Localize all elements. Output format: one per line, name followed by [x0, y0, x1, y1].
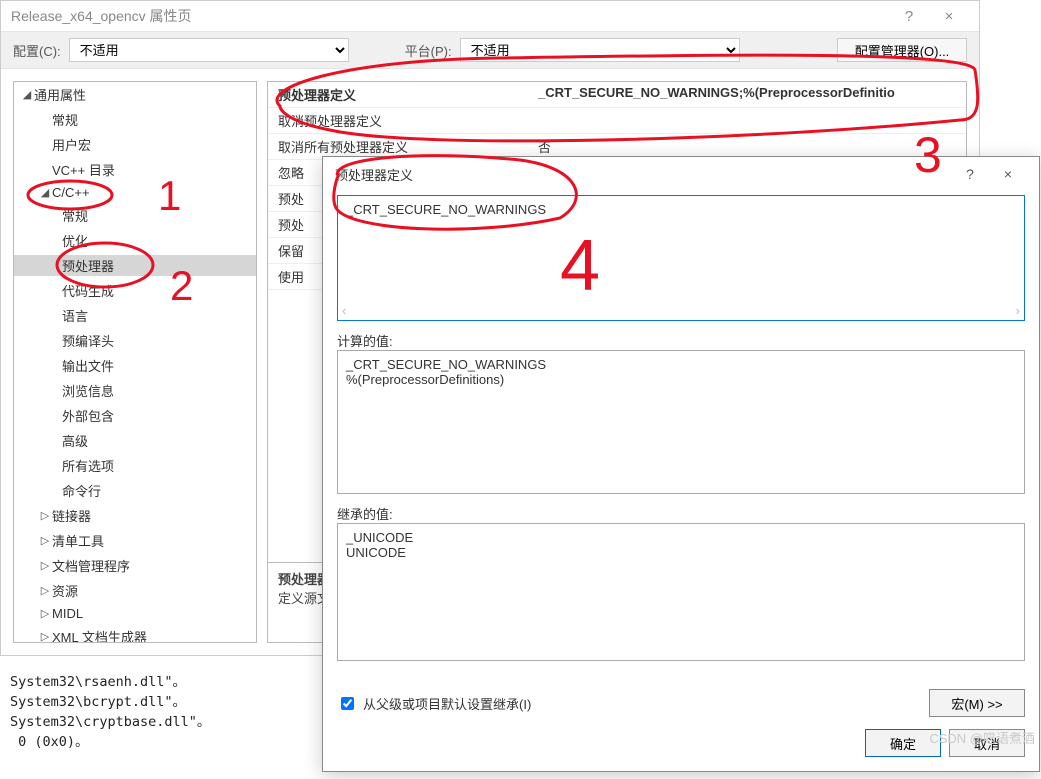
scroll-right-icon[interactable]: › — [1016, 303, 1020, 318]
category-tree[interactable]: ◢通用属性 常规 用户宏 VC++ 目录 ◢C/C++ 常规 优化 预处理器 代… — [13, 81, 257, 643]
tree-item[interactable]: ▷文档管理程序 — [14, 555, 256, 576]
tree-item[interactable]: ▷链接器 — [14, 505, 256, 526]
dialog-title: 预处理器定义 — [335, 165, 951, 184]
config-label: 配置(C): — [13, 41, 61, 60]
tree-root[interactable]: ◢通用属性 — [14, 84, 256, 105]
tree-item-preprocessor[interactable]: 预处理器 — [14, 255, 256, 276]
tree-item[interactable]: 命令行 — [14, 480, 256, 501]
prop-row-preprocessor-definitions[interactable]: 预处理器定义 _CRT_SECURE_NO_WARNINGS;%(Preproc… — [268, 82, 966, 108]
config-toolbar: 配置(C): 不适用 平台(P): 不适用 配置管理器(O)... — [1, 31, 979, 69]
tree-cpp[interactable]: ◢C/C++ — [14, 184, 256, 201]
output-console: System32\rsaenh.dll"。 System32\bcrypt.dl… — [0, 666, 1041, 754]
tree-item[interactable]: VC++ 目录 — [14, 159, 256, 180]
close-button[interactable]: × — [929, 8, 969, 25]
definitions-input[interactable]: _CRT_SECURE_NO_WARNINGS ‹› — [337, 195, 1025, 321]
tree-item[interactable]: 高级 — [14, 430, 256, 451]
tree-item[interactable]: 优化 — [14, 230, 256, 251]
tree-item[interactable]: 浏览信息 — [14, 380, 256, 401]
tree-item[interactable]: 常规 — [14, 205, 256, 226]
prop-row[interactable]: 取消预处理器定义 — [268, 108, 966, 134]
platform-select[interactable]: 不适用 — [460, 38, 740, 62]
tree-item[interactable]: ▷资源 — [14, 580, 256, 601]
scroll-left-icon[interactable]: ‹ — [342, 303, 346, 318]
tree-item[interactable]: 常规 — [14, 109, 256, 130]
config-manager-button[interactable]: 配置管理器(O)... — [837, 38, 967, 62]
computed-values-box: _CRT_SECURE_NO_WARNINGS %(PreprocessorDe… — [337, 350, 1025, 494]
config-select[interactable]: 不适用 — [69, 38, 349, 62]
computed-label: 计算的值: — [337, 331, 1025, 350]
platform-label: 平台(P): — [405, 41, 452, 60]
tree-item[interactable]: 外部包含 — [14, 405, 256, 426]
tree-item[interactable]: ▷MIDL — [14, 605, 256, 622]
tree-item[interactable]: 预编译头 — [14, 330, 256, 351]
tree-item[interactable]: 用户宏 — [14, 134, 256, 155]
tree-item[interactable]: 代码生成 — [14, 280, 256, 301]
dialog-close-button[interactable]: × — [989, 166, 1027, 182]
tree-item[interactable]: ▷清单工具 — [14, 530, 256, 551]
tree-item[interactable]: 输出文件 — [14, 355, 256, 376]
inherited-label: 继承的值: — [337, 504, 1025, 523]
inherited-values-box: _UNICODE UNICODE — [337, 523, 1025, 661]
tree-item[interactable]: 语言 — [14, 305, 256, 326]
dialog-help-button[interactable]: ? — [951, 166, 989, 182]
tree-item[interactable]: 所有选项 — [14, 455, 256, 476]
dialog-titlebar: 预处理器定义 ? × — [323, 157, 1039, 191]
titlebar: Release_x64_opencv 属性页 ? × — [1, 1, 979, 31]
help-button[interactable]: ? — [889, 8, 929, 25]
window-title: Release_x64_opencv 属性页 — [11, 6, 889, 26]
tree-item[interactable]: ▷XML 文档生成器 — [14, 626, 256, 643]
